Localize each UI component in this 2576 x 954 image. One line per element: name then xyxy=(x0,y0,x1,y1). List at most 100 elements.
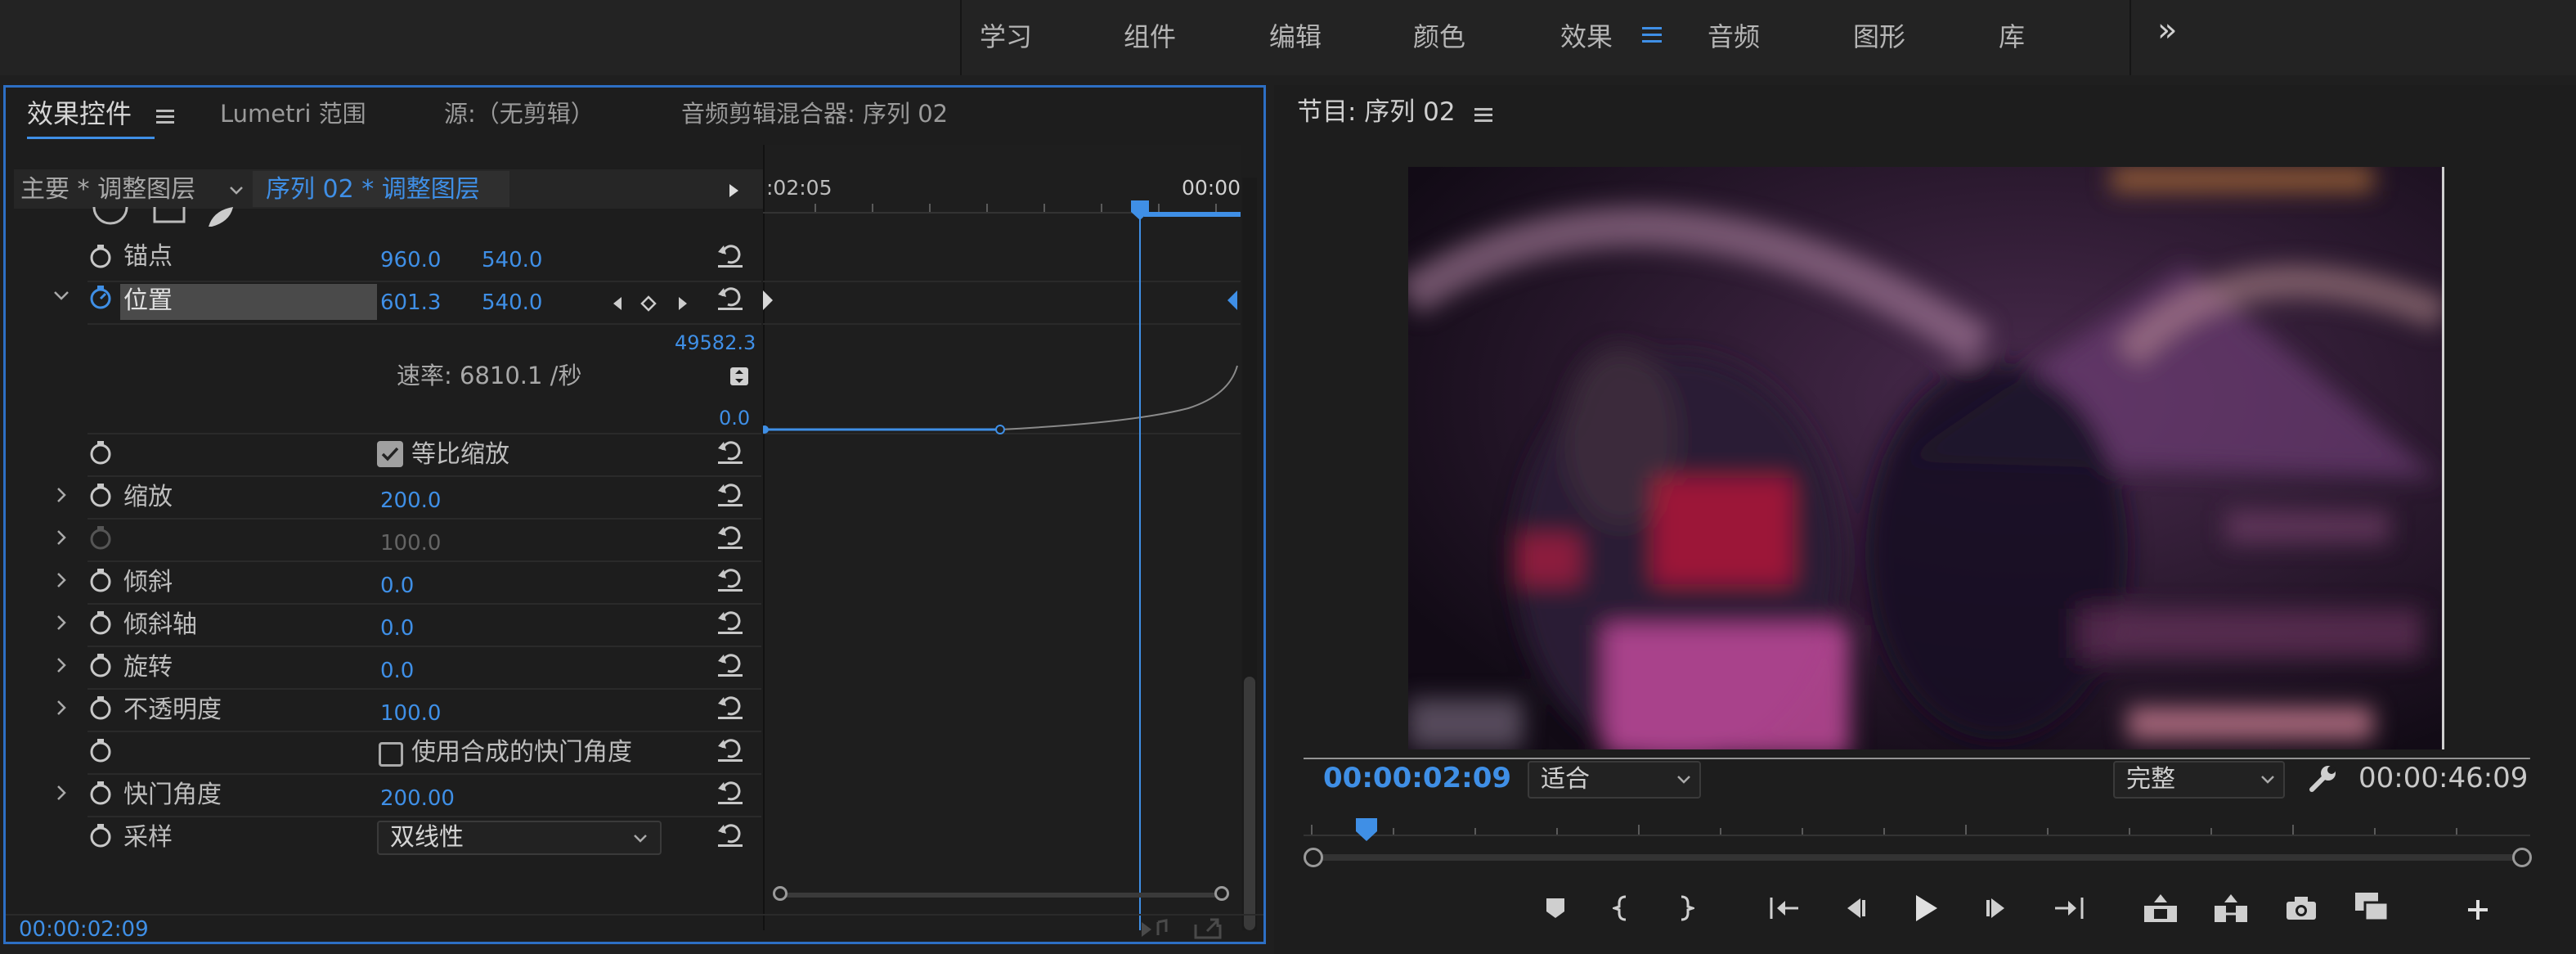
tab-lumetri-scopes[interactable]: Lumetri 范围 xyxy=(220,102,366,126)
go-to-in-icon[interactable] xyxy=(1766,892,1802,925)
reset-icon[interactable] xyxy=(716,608,745,636)
chevron-right-icon[interactable] xyxy=(52,698,71,718)
add-marker-icon[interactable] xyxy=(1539,892,1572,925)
program-zoom-bar[interactable] xyxy=(1304,848,2532,867)
rotation-value[interactable]: 0.0 xyxy=(380,660,414,682)
workspace-tab-audio[interactable]: 音频 xyxy=(1708,16,1760,54)
step-forward-icon[interactable] xyxy=(1981,892,2013,925)
tab-source[interactable]: 源:（无剪辑） xyxy=(444,102,595,126)
zoom-handle-right[interactable] xyxy=(2512,848,2532,867)
anchor-x-value[interactable]: 960.0 xyxy=(380,250,441,271)
export-icon[interactable] xyxy=(1193,916,1223,940)
chevron-down-icon[interactable] xyxy=(631,829,650,848)
stopwatch-icon[interactable] xyxy=(88,652,114,678)
chevron-down-icon[interactable] xyxy=(52,286,71,305)
position-y-value[interactable]: 540.0 xyxy=(482,292,542,313)
reset-icon[interactable] xyxy=(716,480,745,508)
skew-value[interactable]: 0.0 xyxy=(380,575,414,596)
sequence-clip-label[interactable]: 序列 02 * 调整图层 xyxy=(266,178,480,202)
vertical-scrollbar[interactable] xyxy=(1242,178,1257,930)
anchor-y-value[interactable]: 540.0 xyxy=(482,250,542,271)
reset-icon[interactable] xyxy=(716,523,745,551)
comparison-view-icon[interactable] xyxy=(2352,889,2391,926)
shutter-angle-value[interactable]: 200.00 xyxy=(380,788,455,809)
chevron-right-icon[interactable] xyxy=(52,613,71,632)
chevron-down-icon[interactable] xyxy=(227,181,246,200)
stopwatch-icon[interactable] xyxy=(88,737,114,763)
chevron-right-icon[interactable] xyxy=(52,528,71,547)
keyframe-end-icon[interactable] xyxy=(1224,290,1237,310)
workspace-tab-editing[interactable]: 编辑 xyxy=(1269,16,1322,54)
reset-icon[interactable] xyxy=(716,565,745,593)
tab-audio-clip-mixer[interactable]: 音频剪辑混合器: 序列 02 xyxy=(681,102,948,126)
reset-icon[interactable] xyxy=(716,438,745,466)
previous-keyframe-icon[interactable] xyxy=(609,294,626,313)
workspace-menu-icon[interactable] xyxy=(1640,23,1663,46)
go-to-out-icon[interactable] xyxy=(2051,892,2087,925)
uniform-scale-checkbox[interactable] xyxy=(377,441,403,467)
rectangle-mask-icon[interactable] xyxy=(153,207,186,225)
wrench-settings-icon[interactable] xyxy=(2306,763,2339,795)
graph-scale-icon[interactable] xyxy=(729,366,750,387)
stopwatch-icon[interactable] xyxy=(88,439,114,466)
playhead-marker-icon[interactable] xyxy=(1131,200,1149,220)
program-current-time[interactable]: 00:00:02:09 xyxy=(1323,764,1511,792)
stopwatch-icon[interactable] xyxy=(88,822,114,848)
reset-icon[interactable] xyxy=(716,241,745,269)
program-monitor-title[interactable]: 节目: 序列 02 xyxy=(1297,100,1456,125)
zoom-handle-left[interactable] xyxy=(773,886,788,901)
add-button-icon[interactable] xyxy=(2462,893,2494,926)
workspace-tab-color[interactable]: 颜色 xyxy=(1413,16,1465,54)
step-back-icon[interactable] xyxy=(1838,892,1871,925)
extract-icon[interactable] xyxy=(2211,890,2251,926)
zoom-handle-left[interactable] xyxy=(1304,848,1323,867)
chevron-right-icon[interactable] xyxy=(52,783,71,803)
workspace-tab-learning[interactable]: 学习 xyxy=(980,16,1032,54)
chevron-right-icon[interactable] xyxy=(52,655,71,675)
reset-icon[interactable] xyxy=(716,693,745,721)
reset-icon[interactable] xyxy=(716,778,745,806)
timeline-zoom-bar[interactable] xyxy=(773,886,1231,904)
workspace-tab-libraries[interactable]: 库 xyxy=(1999,16,2025,54)
ellipse-mask-icon[interactable] xyxy=(92,207,128,225)
play-audio-icon[interactable] xyxy=(1139,917,1170,942)
mark-out-icon[interactable] xyxy=(1670,892,1703,925)
pen-mask-icon[interactable] xyxy=(205,207,238,230)
keyframe-start-icon[interactable] xyxy=(763,290,773,310)
reset-icon[interactable] xyxy=(716,821,745,848)
velocity-graph[interactable] xyxy=(763,349,1241,439)
panel-menu-icon[interactable] xyxy=(155,106,176,127)
skew-axis-value[interactable]: 0.0 xyxy=(380,618,414,639)
chevron-down-icon[interactable] xyxy=(1675,771,1693,789)
more-workspaces-icon[interactable]: » xyxy=(2157,11,2177,49)
workspace-tab-assembly[interactable]: 组件 xyxy=(1124,16,1176,54)
current-timecode[interactable]: 00:00:02:09 xyxy=(19,919,149,940)
chevron-right-icon[interactable] xyxy=(52,570,71,590)
export-frame-camera-icon[interactable] xyxy=(2282,890,2321,926)
video-preview[interactable] xyxy=(1408,167,2444,749)
position-x-value[interactable]: 601.3 xyxy=(380,292,441,313)
scrollbar-thumb[interactable] xyxy=(1244,677,1255,930)
tab-effect-controls[interactable]: 效果控件 xyxy=(27,101,132,127)
chevron-right-icon[interactable] xyxy=(52,485,71,505)
stopwatch-icon[interactable] xyxy=(88,610,114,636)
add-keyframe-icon[interactable] xyxy=(639,294,658,313)
keyframe-timeline[interactable]: :02:05 00:00 xyxy=(763,145,1241,930)
play-icon[interactable] xyxy=(1909,890,1945,926)
scale-value[interactable]: 200.0 xyxy=(380,490,441,511)
stopwatch-active-icon[interactable] xyxy=(88,284,114,310)
stopwatch-icon[interactable] xyxy=(88,482,114,508)
reset-icon[interactable] xyxy=(716,736,745,763)
stopwatch-icon[interactable] xyxy=(88,695,114,721)
stopwatch-icon[interactable] xyxy=(88,243,114,269)
program-playhead-icon[interactable] xyxy=(1354,818,1379,843)
reset-icon[interactable] xyxy=(716,284,745,312)
lift-icon[interactable] xyxy=(2141,890,2180,926)
stopwatch-icon[interactable] xyxy=(88,567,114,593)
master-clip-label[interactable]: 主要 * 调整图层 xyxy=(20,178,195,202)
next-keyframe-icon[interactable] xyxy=(675,294,691,313)
chevron-down-icon[interactable] xyxy=(2259,771,2277,789)
workspace-tab-effects[interactable]: 效果 xyxy=(1560,16,1613,54)
panel-menu-icon[interactable] xyxy=(1474,105,1493,124)
stopwatch-icon[interactable] xyxy=(88,780,114,806)
